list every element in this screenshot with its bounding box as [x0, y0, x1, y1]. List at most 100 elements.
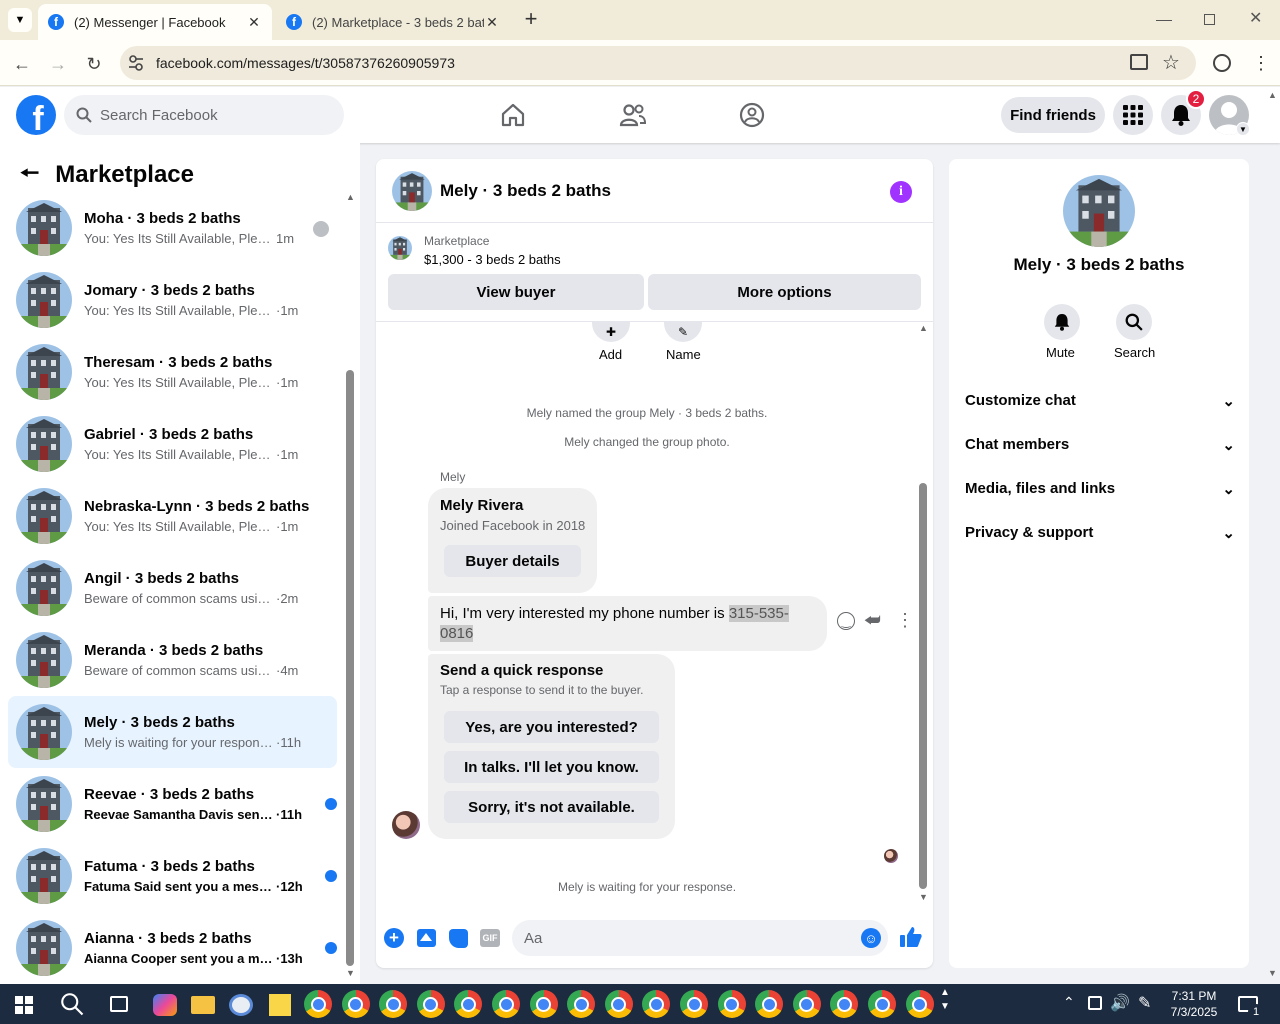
- more-actions-icon[interactable]: ⋮: [896, 610, 914, 631]
- chrome-profile-icon[interactable]: [755, 990, 784, 1018]
- tray-overflow-icon[interactable]: ⌃: [1063, 994, 1075, 1011]
- customize-chat-section[interactable]: Customize chat ⌄: [965, 392, 1235, 410]
- minimize-icon[interactable]: [1156, 10, 1172, 21]
- chat-scroll-down-icon[interactable]: ▼: [919, 892, 928, 902]
- attach-photo-icon[interactable]: [417, 929, 436, 947]
- chrome-profile-icon[interactable]: [492, 990, 520, 1018]
- left-scrollbar[interactable]: [346, 370, 354, 966]
- chrome-profile-icon[interactable]: [567, 990, 596, 1018]
- conversation-item[interactable]: Reevae · 3 beds 2 baths Reevae Samantha D…: [8, 768, 337, 840]
- react-icon[interactable]: ‿: [837, 612, 855, 630]
- home-icon[interactable]: [497, 99, 529, 131]
- conversation-item[interactable]: Aianna · 3 beds 2 baths Aianna Cooper sen…: [8, 912, 337, 984]
- close-tab-icon[interactable]: ✕: [484, 14, 500, 31]
- chrome-profile-icon[interactable]: [416, 990, 445, 1018]
- taskbar-clock[interactable]: 7:31 PM 7/3/2025: [1168, 988, 1220, 1020]
- friends-icon[interactable]: [617, 99, 649, 131]
- windows-start-icon[interactable]: [15, 996, 33, 1014]
- group-photo[interactable]: [1063, 175, 1135, 247]
- close-tab-icon[interactable]: ✕: [246, 14, 262, 31]
- page-scroll-up-icon[interactable]: ▲: [1268, 90, 1277, 100]
- back-icon[interactable]: ←: [10, 52, 34, 76]
- volume-icon[interactable]: 🔊: [1110, 993, 1130, 1013]
- listing-title[interactable]: $1,300 - 3 beds 2 baths: [424, 252, 561, 267]
- conversation-item[interactable]: Angil · 3 beds 2 baths Beware of common s…: [8, 552, 337, 624]
- conversation-item[interactable]: Theresam · 3 beds 2 baths You: Yes Its St…: [8, 336, 337, 408]
- emoji-icon[interactable]: ☺: [861, 928, 881, 948]
- paint-icon[interactable]: [229, 994, 253, 1016]
- conversation-item[interactable]: Meranda · 3 beds 2 baths Beware of common…: [8, 624, 337, 696]
- copilot-icon[interactable]: [153, 994, 177, 1016]
- taskbar-scroll-icon[interactable]: ▲ ▼: [940, 986, 950, 1014]
- chrome-profile-icon[interactable]: [341, 990, 370, 1018]
- chat-group-avatar[interactable]: [392, 170, 432, 211]
- chrome-profile-icon[interactable]: [680, 990, 708, 1018]
- account-dropdown-icon[interactable]: ▼: [1236, 122, 1250, 136]
- forward-icon[interactable]: →: [46, 52, 70, 76]
- pen-icon[interactable]: ✎: [1138, 993, 1151, 1013]
- mute-button[interactable]: [1044, 304, 1080, 340]
- chat-scroll-up-icon[interactable]: ▲: [919, 323, 928, 333]
- conversation-item[interactable]: Gabriel · 3 beds 2 baths You: Yes Its Sti…: [8, 408, 337, 480]
- bookmark-star-icon[interactable]: ☆: [1162, 50, 1180, 75]
- chrome-profile-icon[interactable]: [604, 990, 633, 1018]
- search-conversation-button[interactable]: [1116, 304, 1152, 340]
- like-thumb-icon[interactable]: [899, 925, 923, 952]
- left-scroll-up-icon[interactable]: ▲: [346, 192, 355, 202]
- facebook-logo-icon[interactable]: f: [16, 95, 56, 135]
- message-bubble[interactable]: Hi, I'm very interested my phone number …: [428, 596, 827, 651]
- new-tab-icon[interactable]: +: [520, 8, 542, 32]
- listing-thumbnail[interactable]: [388, 236, 412, 260]
- sticky-notes-icon[interactable]: [269, 994, 291, 1016]
- network-icon[interactable]: [1088, 996, 1102, 1010]
- chrome-profile-icon[interactable]: [717, 990, 746, 1018]
- chrome-profile-icon[interactable]: [529, 990, 558, 1018]
- chrome-profile-icon[interactable]: [304, 990, 332, 1018]
- url-field[interactable]: facebook.com/messages/t/3058737626090597…: [120, 46, 1196, 80]
- profile-icon[interactable]: [1213, 54, 1231, 72]
- facebook-search-input[interactable]: Search Facebook: [64, 95, 344, 135]
- close-window-icon[interactable]: ✕: [1249, 8, 1262, 28]
- file-explorer-icon[interactable]: [191, 996, 215, 1014]
- sender-avatar[interactable]: [392, 811, 420, 839]
- gif-icon[interactable]: GIF: [480, 929, 500, 947]
- conversation-item[interactable]: Fatuma · 3 beds 2 baths Fatuma Said sent …: [8, 840, 337, 912]
- install-app-icon[interactable]: [1130, 54, 1148, 70]
- back-arrow-icon[interactable]: 🠔: [20, 156, 39, 194]
- chat-title[interactable]: Mely · 3 beds 2 baths: [440, 181, 611, 201]
- info-icon[interactable]: i: [890, 181, 912, 203]
- more-actions-plus-icon[interactable]: +: [384, 928, 404, 948]
- task-view-icon[interactable]: [110, 996, 128, 1012]
- quick-response-yes[interactable]: Yes, are you interested?: [444, 711, 659, 743]
- chat-scrollbar[interactable]: [919, 483, 927, 889]
- left-scroll-down-icon[interactable]: ▼: [346, 968, 355, 978]
- conversation-item[interactable]: Moha · 3 beds 2 baths You: Yes Its Still …: [8, 192, 337, 264]
- find-friends-button[interactable]: Find friends: [1001, 97, 1105, 133]
- chrome-profile-icon[interactable]: [868, 990, 896, 1018]
- menu-grid-icon[interactable]: [1113, 95, 1153, 135]
- browser-menu-icon[interactable]: ⋮: [1252, 50, 1270, 76]
- site-info-icon[interactable]: [128, 54, 144, 72]
- privacy-support-section[interactable]: Privacy & support ⌄: [965, 524, 1235, 542]
- quick-response-talks[interactable]: In talks. I'll let you know.: [444, 751, 659, 783]
- restore-icon[interactable]: [1204, 14, 1215, 25]
- taskbar-search-icon[interactable]: [60, 992, 84, 1019]
- conversation-item[interactable]: Mely · 3 beds 2 baths Mely is waiting for…: [8, 696, 337, 768]
- chat-members-section[interactable]: Chat members ⌄: [965, 436, 1235, 454]
- reload-icon[interactable]: ↻: [82, 52, 106, 76]
- tab-messenger[interactable]: f (2) Messenger | Facebook ✕: [38, 4, 272, 40]
- buyer-details-button[interactable]: Buyer details: [444, 545, 581, 577]
- chrome-profile-icon[interactable]: [792, 990, 821, 1018]
- conversation-item[interactable]: Jomary · 3 beds 2 baths You: Yes Its Stil…: [8, 264, 337, 336]
- quick-response-unavailable[interactable]: Sorry, it's not available.: [444, 791, 659, 823]
- tab-search-button[interactable]: ▼: [8, 8, 32, 32]
- chrome-profile-icon[interactable]: [379, 990, 408, 1018]
- chrome-profile-icon[interactable]: [905, 990, 934, 1018]
- tab-marketplace[interactable]: f (2) Marketplace - 3 beds 2 bath ✕: [276, 4, 510, 40]
- media-files-links-section[interactable]: Media, files and links ⌄: [965, 480, 1235, 498]
- sticker-icon[interactable]: [449, 929, 468, 948]
- conversation-item[interactable]: Nebraska-Lynn · 3 beds 2 baths You: Yes I…: [8, 480, 337, 552]
- page-scroll-down-icon[interactable]: ▼: [1268, 968, 1277, 978]
- reply-icon[interactable]: ⮨: [864, 610, 881, 631]
- more-options-button[interactable]: More options: [648, 274, 921, 310]
